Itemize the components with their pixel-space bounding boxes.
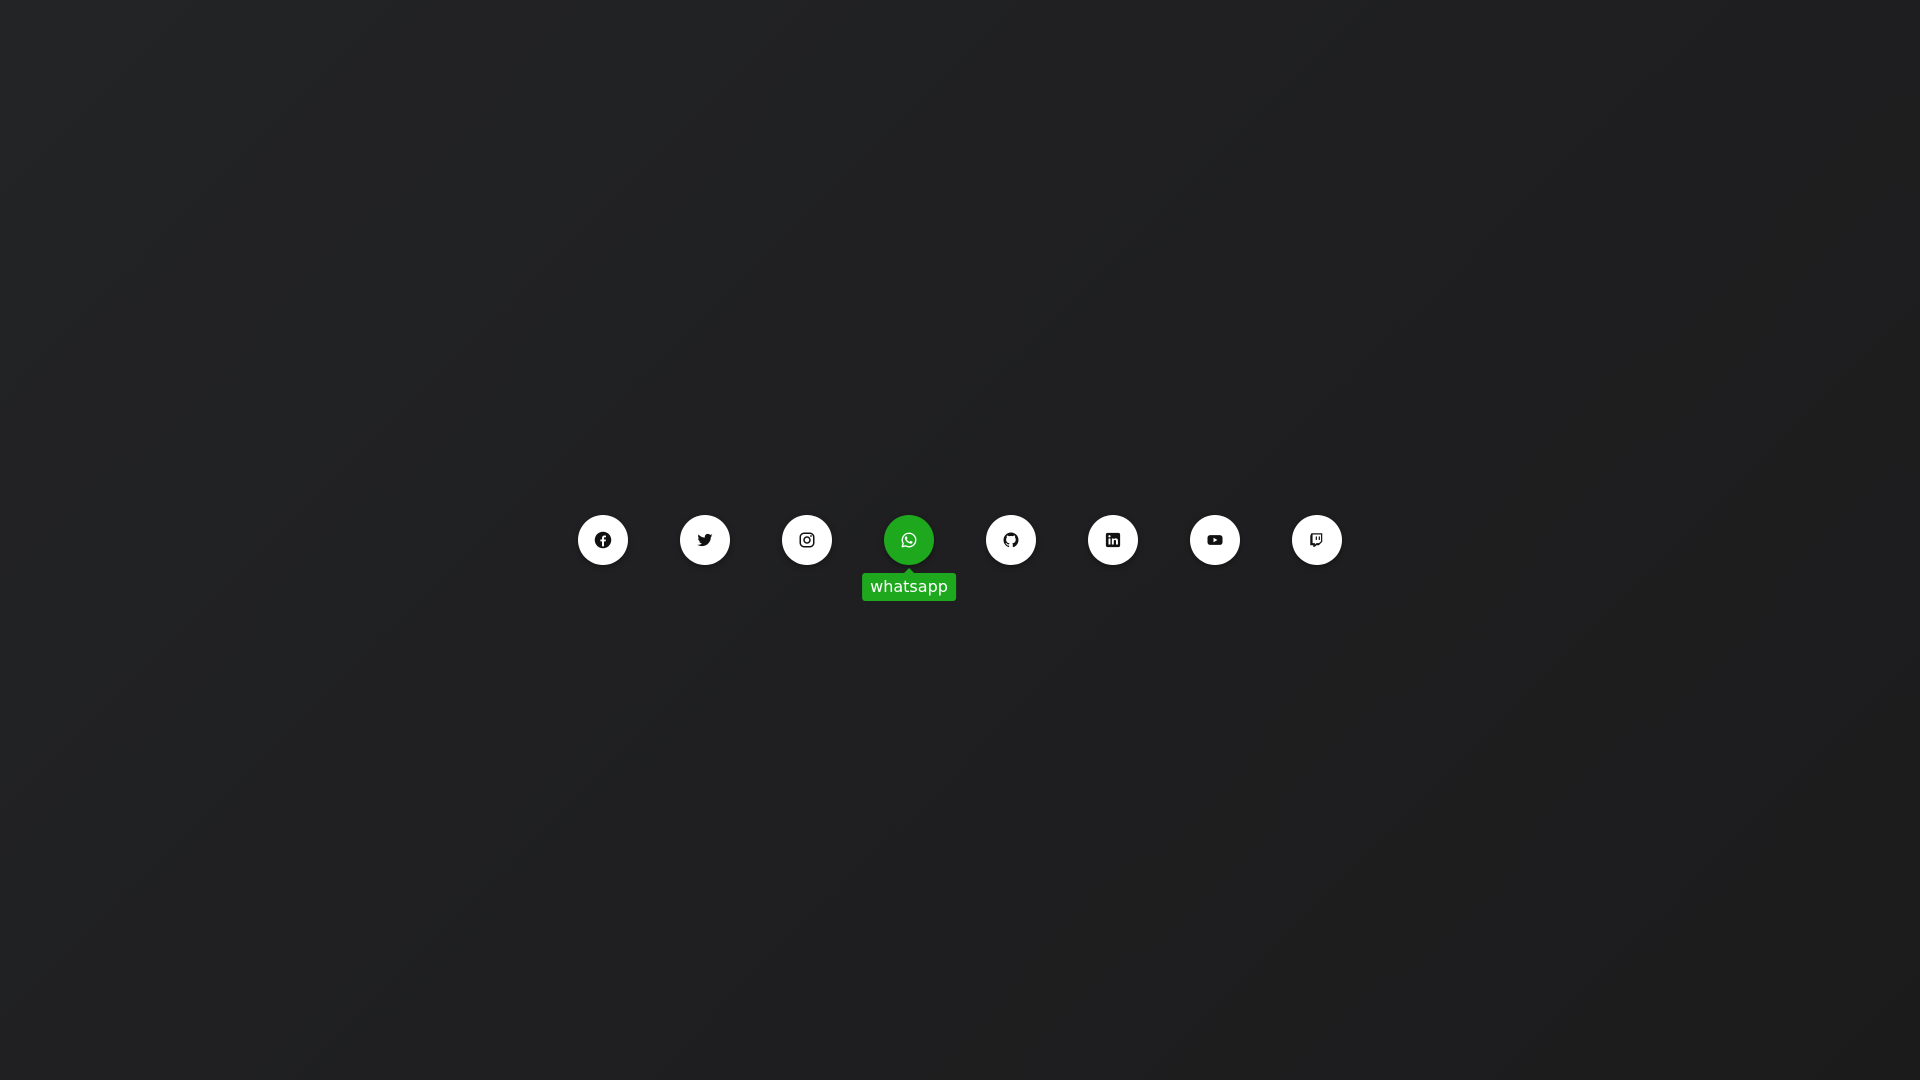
social-links: whatsapp [578,515,1342,601]
github-icon [1003,532,1019,548]
social-item-twitch [1292,515,1342,565]
social-item-twitter [680,515,730,565]
social-item-github [986,515,1036,565]
linkedin-button[interactable] [1088,515,1138,565]
whatsapp-button[interactable] [884,515,934,565]
youtube-icon [1207,535,1223,545]
social-item-youtube [1190,515,1240,565]
youtube-button[interactable] [1190,515,1240,565]
social-item-whatsapp: whatsapp [862,515,956,601]
social-item-linkedin [1088,515,1138,565]
whatsapp-tooltip: whatsapp [862,568,956,601]
tooltip-arrow [903,568,914,573]
tooltip-label: whatsapp [870,577,948,596]
social-item-instagram [782,515,832,565]
social-item-facebook [578,515,628,565]
instagram-icon [799,532,815,548]
twitter-icon [697,533,713,547]
facebook-button[interactable] [578,515,628,565]
instagram-button[interactable] [782,515,832,565]
facebook-icon [594,531,612,549]
twitter-button[interactable] [680,515,730,565]
github-button[interactable] [986,515,1036,565]
whatsapp-icon [901,532,917,548]
twitch-button[interactable] [1292,515,1342,565]
twitch-icon [1310,533,1323,547]
linkedin-icon [1105,532,1121,548]
